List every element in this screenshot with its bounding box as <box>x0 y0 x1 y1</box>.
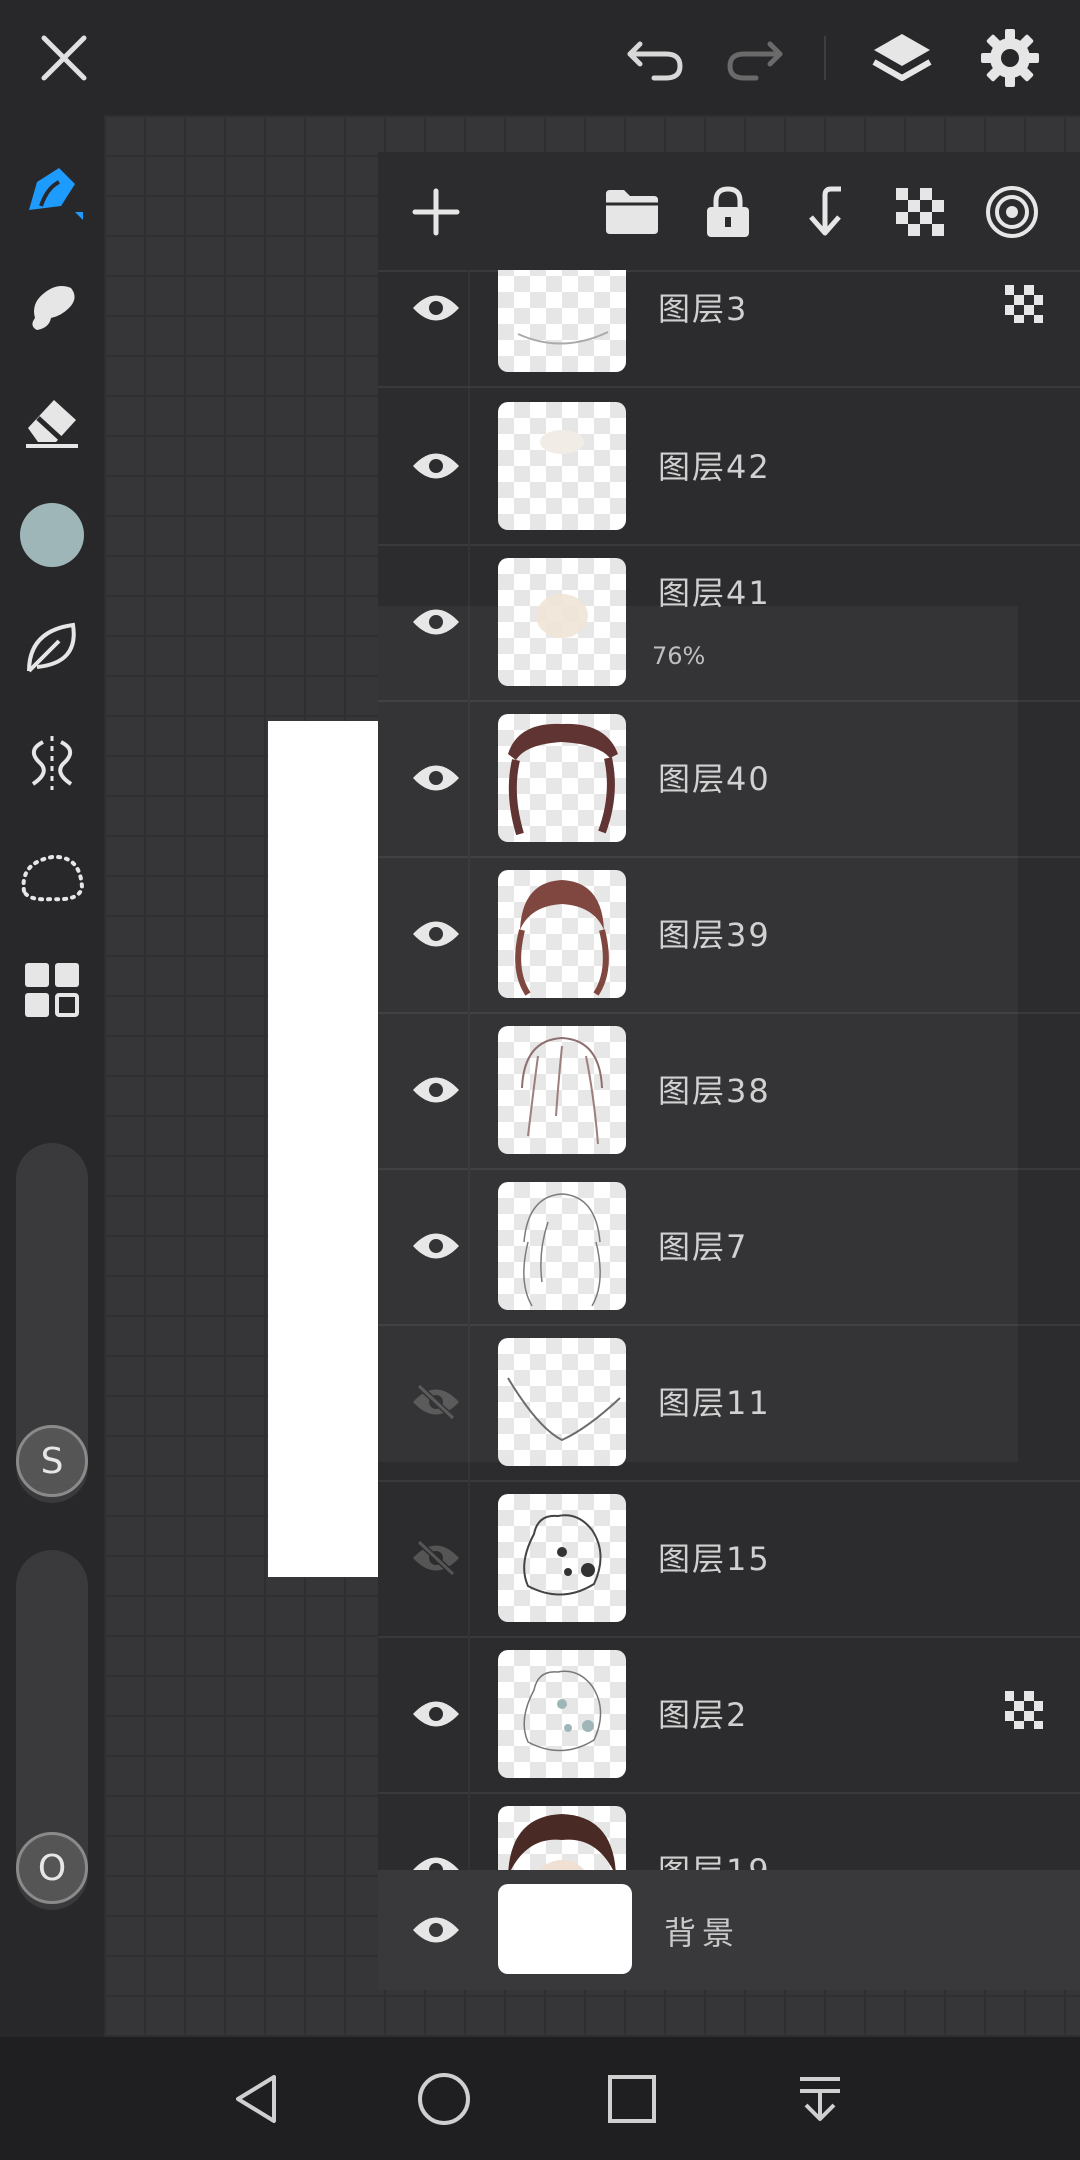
eye-icon[interactable] <box>396 428 476 504</box>
close-icon[interactable] <box>26 20 102 96</box>
layer-row[interactable]: 图层15 <box>378 1480 1080 1638</box>
layer-row[interactable]: 图层39 <box>378 856 1080 1014</box>
eye-icon[interactable] <box>396 1676 476 1752</box>
layers-panel: 图层3 图层42 图层41 76% 图层40 图层39 图层38 图层7 图层1… <box>378 152 1080 1990</box>
layer-thumbnail <box>498 1026 626 1154</box>
eye-icon[interactable] <box>396 740 476 816</box>
layer-row[interactable]: 图层3 <box>378 270 1080 388</box>
back-icon[interactable] <box>220 2063 292 2135</box>
background-thumbnail <box>498 1884 632 1974</box>
eye-icon[interactable] <box>396 1208 476 1284</box>
eye-hidden-icon[interactable] <box>396 1520 476 1596</box>
undo-icon[interactable] <box>618 20 694 96</box>
top-toolbar <box>0 0 1080 115</box>
clipping-mask-icon[interactable] <box>1004 284 1044 324</box>
layer-thumbnail <box>498 1182 626 1310</box>
layer-name: 图层3 <box>658 290 749 328</box>
layers-list[interactable]: 图层3 图层42 图层41 76% 图层40 图层39 图层38 图层7 图层1… <box>378 270 1080 1870</box>
layer-thumbnail <box>498 1494 626 1622</box>
smudge-icon[interactable] <box>12 265 92 345</box>
leaf-icon[interactable] <box>12 608 92 688</box>
layer-row[interactable]: 图层19 <box>378 1792 1080 1870</box>
home-icon[interactable] <box>408 2063 480 2135</box>
system-navbar <box>0 2037 1080 2160</box>
layer-row[interactable]: 图层7 <box>378 1168 1080 1326</box>
layer-thumbnail <box>498 870 626 998</box>
layer-name: 图层19 <box>658 1846 771 1870</box>
folder-icon[interactable] <box>594 174 670 250</box>
settings-icon[interactable] <box>972 20 1048 96</box>
symmetry-icon[interactable] <box>12 723 92 803</box>
layer-name: 图层38 <box>658 1072 771 1110</box>
eye-icon[interactable] <box>396 584 476 660</box>
layer-opacity: 76% <box>652 642 706 670</box>
eraser-icon[interactable] <box>12 380 92 460</box>
layer-name: 图层40 <box>658 760 771 798</box>
layer-row[interactable]: 图层2 <box>378 1636 1080 1794</box>
layer-name: 图层15 <box>658 1540 771 1578</box>
layer-thumbnail <box>498 402 626 530</box>
layer-name: 图层39 <box>658 916 771 954</box>
target-icon[interactable] <box>974 174 1050 250</box>
background-layer-row[interactable]: 背景 <box>378 1870 1080 1990</box>
eye-icon[interactable] <box>396 1892 476 1968</box>
clipping-mask-icon[interactable] <box>1004 1690 1044 1730</box>
menu-down-icon[interactable] <box>784 2063 856 2135</box>
layer-row[interactable]: 图层41 76% <box>378 544 1080 702</box>
eye-hidden-icon[interactable] <box>396 1364 476 1440</box>
brush-opacity-knob[interactable]: O <box>16 1832 88 1904</box>
toolbar-divider <box>824 36 826 80</box>
layers-panel-header <box>378 152 1080 272</box>
eye-icon[interactable] <box>396 1832 476 1870</box>
merge-down-icon[interactable] <box>786 174 862 250</box>
layer-thumbnail <box>498 558 626 686</box>
eye-icon[interactable] <box>396 896 476 972</box>
redo-icon[interactable] <box>716 20 792 96</box>
layer-row[interactable]: 图层11 <box>378 1324 1080 1482</box>
background-layer-name: 背景 <box>664 1914 741 1952</box>
lasso-icon[interactable] <box>12 837 92 917</box>
eye-icon[interactable] <box>396 1052 476 1128</box>
brush-size-knob[interactable]: S <box>16 1425 88 1497</box>
recents-icon[interactable] <box>596 2063 668 2135</box>
brush-icon[interactable] <box>12 153 92 233</box>
layer-name: 图层7 <box>658 1228 749 1266</box>
add-layer-icon[interactable] <box>398 174 474 250</box>
layer-row[interactable]: 图层40 <box>378 700 1080 858</box>
checker-icon[interactable] <box>882 174 958 250</box>
layer-thumbnail <box>498 714 626 842</box>
layer-thumbnail <box>498 1650 626 1778</box>
lock-icon[interactable] <box>690 174 766 250</box>
brush-size-slider[interactable]: S <box>16 1143 88 1503</box>
layer-thumbnail <box>498 1338 626 1466</box>
layer-name: 图层42 <box>658 448 771 486</box>
eye-icon[interactable] <box>396 270 476 346</box>
layer-name: 图层2 <box>658 1696 749 1734</box>
layer-name: 图层11 <box>658 1384 771 1422</box>
layers-icon[interactable] <box>864 20 940 96</box>
layer-name: 图层41 <box>658 574 771 612</box>
brush-opacity-slider[interactable]: O <box>16 1550 88 1910</box>
layer-row[interactable]: 图层42 <box>378 388 1080 546</box>
layer-row[interactable]: 图层38 <box>378 1012 1080 1170</box>
layer-thumbnail <box>498 270 626 372</box>
grid-icon[interactable] <box>12 950 92 1030</box>
color-swatch[interactable] <box>12 495 92 575</box>
left-toolbar: S O <box>0 115 104 2037</box>
layer-thumbnail <box>498 1806 626 1870</box>
